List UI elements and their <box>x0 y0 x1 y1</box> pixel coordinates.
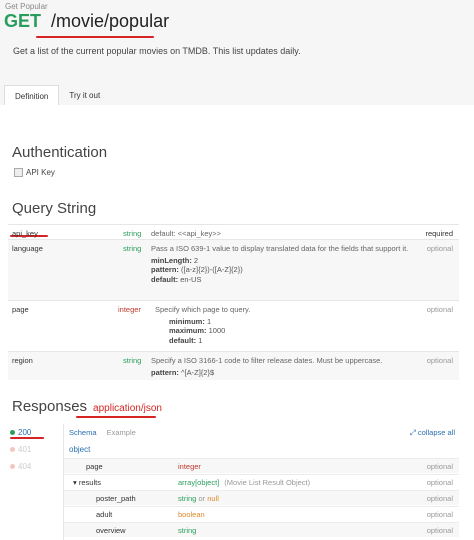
param-type: string <box>123 229 142 238</box>
tab-schema[interactable]: Schema <box>69 428 97 437</box>
collapse-icon: ⤢ <box>409 428 416 437</box>
param-status: required <box>425 229 453 238</box>
param-constraint: pattern: ([a-z]{2})-([A-Z]{2}) <box>151 265 243 274</box>
param-status: optional <box>426 356 453 365</box>
responses-title: Responses application/json <box>12 398 162 415</box>
status-dot-icon <box>10 430 15 435</box>
query-string-title: Query String <box>12 200 97 217</box>
param-description-block: Pass a ISO 639-1 value to display transl… <box>151 244 411 284</box>
status-dot-icon <box>10 464 15 469</box>
path-underline-annotation <box>36 36 154 38</box>
status-code-404[interactable]: 404 <box>10 462 31 471</box>
field-name: poster_path <box>96 494 136 503</box>
param-constraint: minimum: 1 <box>169 316 212 326</box>
field-type: boolean <box>178 510 205 519</box>
field-name: adult <box>96 510 113 519</box>
endpoint-description: Get a list of the current popular movies… <box>13 46 301 56</box>
param-description-block: Specify which page to query. minimum: 1 … <box>155 305 415 345</box>
tab-bar: Definition Try it out <box>4 85 110 105</box>
param-type: integer <box>118 305 141 314</box>
checkbox-icon <box>14 168 23 177</box>
tab-example[interactable]: Example <box>107 428 136 437</box>
schema-row: adult boolean optional <box>64 506 459 521</box>
param-name: region <box>12 356 33 365</box>
schema-row: page integer optional <box>64 458 459 473</box>
schema-row: poster_path string or null optional <box>64 490 459 505</box>
field-status: optional <box>426 526 453 535</box>
table-row: region string Specify a ISO 3166-1 code … <box>8 351 459 380</box>
table-row: language string Pass a ISO 639-1 value t… <box>8 239 459 300</box>
param-status: optional <box>426 244 453 253</box>
param-constraint: default: 1 <box>169 335 203 345</box>
field-type: string <box>178 526 197 535</box>
param-constraint: pattern: ^[A-Z]{2}$ <box>151 367 215 377</box>
endpoint-group-title: Get Popular <box>5 2 48 11</box>
schema-row[interactable]: ▾ results array[object] (Movie List Resul… <box>64 474 459 489</box>
table-row: page integer Specify which page to query… <box>8 300 459 351</box>
status-code-list: 200 401 404 <box>8 424 64 540</box>
endpoint-path: /movie/popular <box>51 11 170 31</box>
param-description: Pass a ISO 639-1 value to display transl… <box>151 244 409 253</box>
schema-tab-bar: Schema Example <box>69 428 144 437</box>
status-code-401[interactable]: 401 <box>10 445 31 454</box>
param-name: api_key <box>12 229 38 238</box>
param-status: optional <box>426 305 453 314</box>
field-type-block: string or null <box>178 494 219 503</box>
endpoint-title: GET/movie/popular <box>4 11 169 32</box>
content-type-underline-annotation <box>76 416 156 418</box>
param-constraint: default: en-US <box>151 274 202 284</box>
code-200-underline-annotation <box>10 437 44 439</box>
field-status: optional <box>426 478 453 487</box>
authentication-title: Authentication <box>12 144 108 161</box>
param-type: string <box>123 244 142 253</box>
table-row: api_key string default: <<api_key>> requ… <box>8 224 459 239</box>
field-status: optional <box>426 462 453 471</box>
collapse-all-link[interactable]: ⤢ collapse all <box>410 428 455 438</box>
param-constraint: minLength: 2 <box>151 255 199 265</box>
param-description: default: <<api_key>> <box>151 229 222 238</box>
param-description: Specify which page to query. <box>155 305 251 314</box>
expand-caret-icon[interactable]: ▾ <box>73 478 77 487</box>
field-type: integer <box>178 462 201 471</box>
field-status: optional <box>426 494 453 503</box>
responses-heading: Responses <box>12 398 88 415</box>
tab-try-it-out[interactable]: Try it out <box>59 85 110 105</box>
status-code-200[interactable]: 200 <box>10 428 31 437</box>
param-type: string <box>123 356 142 365</box>
field-status: optional <box>426 510 453 519</box>
status-dot-icon <box>10 447 15 452</box>
content-type-link[interactable]: application/json <box>93 403 162 414</box>
param-description: Specify a ISO 3166-1 code to filter rele… <box>151 356 383 365</box>
auth-api-key-label: API Key <box>26 168 55 177</box>
query-parameter-table: api_key string default: <<api_key>> requ… <box>8 224 459 380</box>
responses-panel: 200 401 404 Schema Example ⤢ collapse al… <box>8 424 459 540</box>
param-name: page <box>12 305 29 314</box>
schema-root-object[interactable]: object <box>69 445 90 454</box>
http-method: GET <box>4 11 42 31</box>
schema-row: overview string optional <box>64 522 459 537</box>
field-type-block: array[object] (Movie List Result Object) <box>178 478 311 487</box>
param-description-block: Specify a ISO 3166-1 code to filter rele… <box>151 356 431 377</box>
auth-api-key[interactable]: API Key <box>14 168 55 177</box>
field-name-block: ▾ results <box>73 478 101 487</box>
field-name: overview <box>96 526 126 535</box>
tab-definition[interactable]: Definition <box>4 85 60 105</box>
param-name: language <box>12 244 43 253</box>
field-name: page <box>86 462 103 471</box>
param-constraint: maximum: 1000 <box>169 326 226 335</box>
